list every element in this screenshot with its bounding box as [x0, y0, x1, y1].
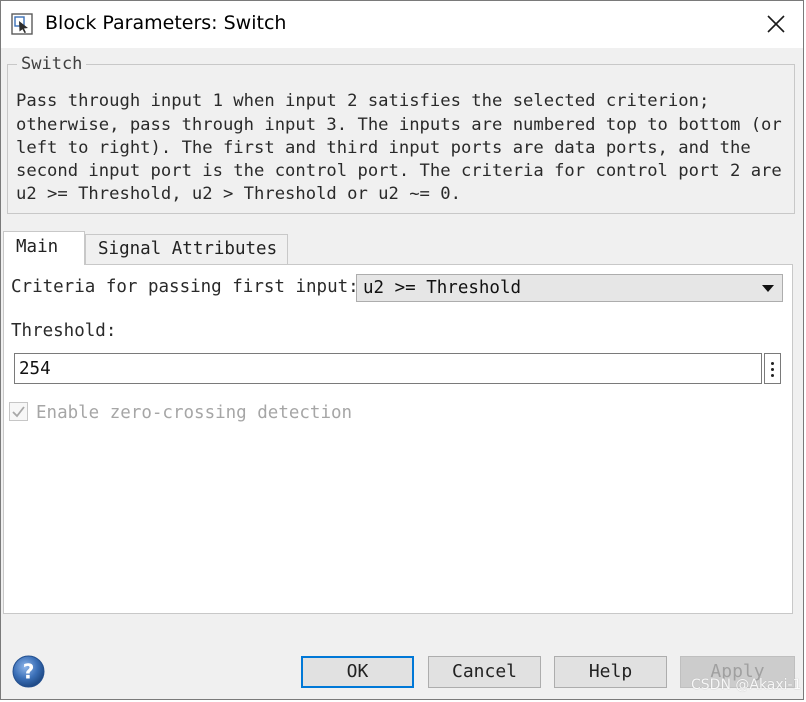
watermark: CSDN @Akaxi-1	[691, 677, 802, 693]
main-tab-panel	[3, 264, 793, 614]
threshold-input[interactable]	[14, 353, 762, 384]
threshold-label: Threshold:	[11, 321, 117, 341]
help-icon[interactable]: ?	[12, 655, 45, 688]
title-bar[interactable]: Block Parameters: Switch	[1, 1, 803, 48]
svg-text:?: ?	[23, 660, 35, 684]
cancel-button[interactable]: Cancel	[428, 656, 541, 688]
tab-main[interactable]: Main	[3, 231, 85, 265]
criteria-selected-value: u2 >= Threshold	[363, 278, 522, 298]
criteria-dropdown[interactable]: u2 >= Threshold	[356, 274, 783, 302]
description-line-1: Pass through input 1 when input 2 satisf…	[16, 91, 710, 111]
zero-crossing-checkbox[interactable]	[9, 402, 28, 421]
description-group-label: Switch	[17, 53, 87, 75]
tab-signal-attributes[interactable]: Signal Attributes	[85, 234, 288, 265]
criteria-label: Criteria for passing first input:	[11, 277, 359, 297]
dropdown-arrow-icon	[762, 285, 774, 292]
more-dots-icon	[771, 362, 774, 365]
ok-button[interactable]: OK	[301, 656, 414, 688]
description-line-5: u2 >= Threshold, u2 > Threshold or u2 ~=…	[16, 184, 461, 204]
block-parameters-app-icon	[11, 13, 33, 35]
dialog-window: Block Parameters: Switch Switch Pass thr…	[0, 0, 804, 700]
threshold-options-button[interactable]	[764, 353, 781, 384]
close-button[interactable]	[753, 5, 799, 43]
close-icon	[767, 15, 785, 33]
help-button[interactable]: Help	[554, 656, 667, 688]
description-line-2: otherwise, pass through input 3. The inp…	[16, 115, 782, 135]
zero-crossing-label: Enable zero-crossing detection	[36, 403, 353, 423]
checkmark-icon	[12, 406, 25, 418]
description-line-3: left to right). The first and third inpu…	[16, 138, 751, 158]
window-title: Block Parameters: Switch	[45, 12, 287, 34]
description-line-4: second input port is the control port. T…	[16, 161, 782, 181]
